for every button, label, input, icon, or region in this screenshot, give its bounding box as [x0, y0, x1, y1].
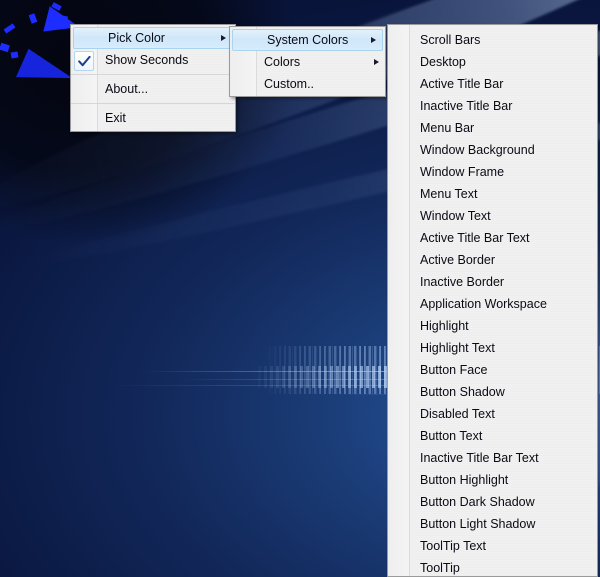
menu-item-label: Highlight Text [420, 341, 495, 355]
menu-item-label: Custom.. [264, 77, 315, 91]
menu-item-list: Pick Color Show Seconds About... Exit [71, 27, 235, 129]
menu-item-pick-color[interactable]: Pick Color [73, 27, 233, 49]
menu-item-label: About... [105, 82, 149, 96]
menu-item-system-color[interactable]: Menu Bar [388, 117, 597, 139]
menu-item-system-colors[interactable]: System Colors [232, 29, 383, 51]
menu-item-label: Window Text [420, 209, 491, 223]
menu-item-label: Disabled Text [420, 407, 495, 421]
menu-item-label: Window Frame [420, 165, 505, 179]
menu-item-list: Scroll Bars Desktop Active Title Bar Inacti… [388, 29, 597, 576]
menu-item-system-color[interactable]: Highlight [388, 315, 597, 337]
chevron-right-icon [371, 36, 376, 43]
chevron-right-icon [374, 58, 379, 65]
menu-item-system-color[interactable]: Menu Text [388, 183, 597, 205]
menu-item-system-color[interactable]: ToolTip Text [388, 535, 597, 557]
menu-item-system-color[interactable]: Window Text [388, 205, 597, 227]
menu-item-system-color[interactable]: Button Light Shadow [388, 513, 597, 535]
menu-item-exit[interactable]: Exit [71, 107, 235, 129]
menu-item-label: ToolTip Text [420, 539, 487, 553]
menu-item-label: Show Seconds [105, 53, 189, 67]
menu-item-system-color[interactable]: Active Title Bar Text [388, 227, 597, 249]
menu-item-label: Inactive Title Bar Text [420, 451, 539, 465]
menu-item-label: Menu Bar [420, 121, 475, 135]
menu-item-system-color[interactable]: Scroll Bars [388, 29, 597, 51]
menu-item-system-color[interactable]: Button Highlight [388, 469, 597, 491]
menu-item-system-color[interactable]: Button Shadow [388, 381, 597, 403]
menu-item-label: Button Text [420, 429, 483, 443]
menu-item-system-color[interactable]: Application Workspace [388, 293, 597, 315]
menu-item-label: Highlight [420, 319, 469, 333]
menu-item-list: System Colors Colors Custom.. [230, 29, 385, 95]
menu-item-system-color[interactable]: ToolTip [388, 557, 597, 576]
menu-item-label: Colors [264, 55, 301, 69]
menu-item-label: Menu Text [420, 187, 478, 201]
menu-item-system-color[interactable]: Disabled Text [388, 403, 597, 425]
menu-item-label: ToolTip [420, 561, 460, 575]
menu-item-system-color[interactable]: Window Background [388, 139, 597, 161]
menu-item-label: Exit [105, 111, 126, 125]
menu-item-system-color[interactable]: Button Dark Shadow [388, 491, 597, 513]
menu-item-system-color[interactable]: Desktop [388, 51, 597, 73]
checkmark-icon [74, 51, 94, 71]
menu-item-label: Pick Color [108, 31, 165, 45]
menu-item-label: Button Shadow [420, 385, 505, 399]
menu-item-system-color[interactable]: Inactive Title Bar Text [388, 447, 597, 469]
menu-item-label: Button Highlight [420, 473, 509, 487]
menu-item-system-color[interactable]: Window Frame [388, 161, 597, 183]
menu-separator [71, 103, 235, 104]
menu-item-system-color[interactable]: Inactive Title Bar [388, 95, 597, 117]
menu-item-label: Window Background [420, 143, 535, 157]
menu-item-label: Button Light Shadow [420, 517, 536, 531]
menu-item-show-seconds[interactable]: Show Seconds [71, 49, 235, 71]
menu-item-label: Desktop [420, 55, 466, 69]
menu-item-system-color[interactable]: Highlight Text [388, 337, 597, 359]
menu-item-custom[interactable]: Custom.. [230, 73, 385, 95]
menu-separator [71, 74, 235, 75]
menu-item-label: Inactive Title Bar [420, 99, 513, 113]
menu-item-label: Inactive Border [420, 275, 505, 289]
tray-context-menu[interactable]: Pick Color Show Seconds About... Exit [70, 24, 236, 132]
menu-item-label: Active Title Bar [420, 77, 504, 91]
menu-item-system-color[interactable]: Active Border [388, 249, 597, 271]
pick-color-submenu[interactable]: System Colors Colors Custom.. [229, 26, 386, 97]
menu-item-label: System Colors [267, 33, 349, 47]
menu-item-about[interactable]: About... [71, 78, 235, 100]
menu-item-label: Application Workspace [420, 297, 547, 311]
system-colors-submenu[interactable]: Scroll Bars Desktop Active Title Bar Inacti… [387, 24, 598, 577]
chevron-right-icon [221, 34, 226, 41]
menu-item-label: Active Border [420, 253, 496, 267]
menu-item-system-color[interactable]: Button Text [388, 425, 597, 447]
menu-item-system-color[interactable]: Button Face [388, 359, 597, 381]
menu-item-colors[interactable]: Colors [230, 51, 385, 73]
menu-item-label: Active Title Bar Text [420, 231, 530, 245]
menu-item-label: Button Face [420, 363, 488, 377]
menu-item-system-color[interactable]: Active Title Bar [388, 73, 597, 95]
menu-item-system-color[interactable]: Inactive Border [388, 271, 597, 293]
menu-item-label: Button Dark Shadow [420, 495, 535, 509]
menu-item-label: Scroll Bars [420, 33, 481, 47]
wallpaper-shard [10, 51, 19, 59]
